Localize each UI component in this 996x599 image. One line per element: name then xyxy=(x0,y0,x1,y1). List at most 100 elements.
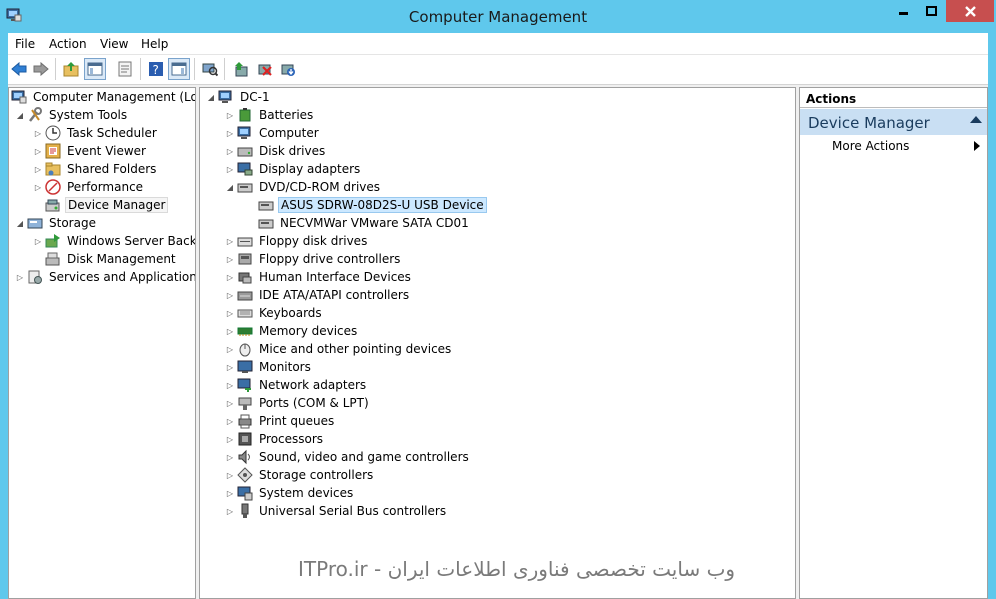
expand-arrow-icon[interactable]: ▷ xyxy=(225,394,235,412)
expand-arrow-icon[interactable]: ▷ xyxy=(225,124,235,142)
device-category-floppy-disk-drives[interactable]: ▷ Floppy disk drives xyxy=(225,232,369,250)
device-category-human-interface-devices[interactable]: ▷ Human Interface Devices xyxy=(225,268,413,286)
actions-section-device-manager[interactable]: Device Manager xyxy=(800,109,987,135)
expand-arrow-icon[interactable]: ▷ xyxy=(225,322,235,340)
device-category-keyboards[interactable]: ▷ Keyboards xyxy=(225,304,324,322)
maximize-button[interactable] xyxy=(917,0,946,22)
device-category-label: Print queues xyxy=(259,414,335,428)
device-category-batteries[interactable]: ▷ Batteries xyxy=(225,106,315,124)
expand-arrow-icon[interactable]: ▷ xyxy=(225,232,235,250)
expand-arrow-icon[interactable]: ▷ xyxy=(225,304,235,322)
shared-folder-icon xyxy=(45,161,61,177)
collapse-triangle-icon[interactable] xyxy=(970,116,982,123)
expand-arrow-icon[interactable]: ▷ xyxy=(225,502,235,520)
device-category-network-adapters[interactable]: ▷ Network adapters xyxy=(225,376,368,394)
expand-arrow-icon[interactable]: ▷ xyxy=(225,466,235,484)
device-category-dvd-cd-rom-drives[interactable]: ◢ DVD/CD-ROM drives xyxy=(225,178,382,196)
device-category-computer[interactable]: ▷ Computer xyxy=(225,124,321,142)
printer-icon xyxy=(237,413,253,429)
floppy-drive-icon xyxy=(237,233,253,249)
storage-controller-icon xyxy=(237,467,253,483)
tree-item-windows-server-backup[interactable]: ▷ Windows Server Backup xyxy=(33,232,195,250)
expand-arrow-icon[interactable]: ▷ xyxy=(225,106,235,124)
collapse-arrow-icon[interactable]: ◢ xyxy=(206,88,216,106)
expand-arrow-icon[interactable]: ▷ xyxy=(33,142,43,160)
device-item-label: ASUS SDRW-08D2S-U USB Device xyxy=(278,197,487,213)
disable-device-icon[interactable] xyxy=(254,58,276,80)
svg-text:?: ? xyxy=(153,63,159,77)
expand-arrow-icon[interactable]: ▷ xyxy=(225,376,235,394)
expand-arrow-icon[interactable]: ▷ xyxy=(225,412,235,430)
tree-item-shared-folders[interactable]: ▷ Shared Folders xyxy=(33,160,158,178)
expand-arrow-icon[interactable]: ▷ xyxy=(225,250,235,268)
tree-item-event-viewer[interactable]: ▷ Event Viewer xyxy=(33,142,148,160)
device-category-universal-serial-bus-controllers[interactable]: ▷ Universal Serial Bus controllers xyxy=(225,502,448,520)
expand-arrow-icon[interactable]: ▷ xyxy=(33,160,43,178)
expand-arrow-icon[interactable]: ▷ xyxy=(225,358,235,376)
menu-view[interactable]: View xyxy=(100,37,128,51)
close-button[interactable] xyxy=(946,0,994,22)
tree-item-storage[interactable]: ◢ Storage xyxy=(15,214,98,232)
device-category-sound-video-and-game-controllers[interactable]: ▷ Sound, video and game controllers xyxy=(225,448,471,466)
device-category-memory-devices[interactable]: ▷ Memory devices xyxy=(225,322,359,340)
more-actions-link[interactable]: More Actions xyxy=(832,139,909,153)
device-category-label: Universal Serial Bus controllers xyxy=(259,504,447,518)
tree-item-services-applications[interactable]: ▷ Services and Applications xyxy=(15,268,195,286)
menu-help[interactable]: Help xyxy=(141,37,168,51)
tree-item-device-manager[interactable]: Device Manager xyxy=(43,196,169,214)
menu-file[interactable]: File xyxy=(15,37,35,51)
expand-arrow-icon[interactable]: ▷ xyxy=(225,160,235,178)
device-category-label: Processors xyxy=(259,432,324,446)
expand-arrow-icon[interactable]: ▷ xyxy=(225,430,235,448)
device-category-monitors[interactable]: ▷ Monitors xyxy=(225,358,313,376)
device-item-dvd-0[interactable]: ASUS SDRW-08D2S-U USB Device xyxy=(256,196,487,214)
tree-item-disk-management[interactable]: Disk Management xyxy=(43,250,178,268)
tree-item-computer-management[interactable]: Computer Management (Local xyxy=(9,88,195,106)
device-category-display-adapters[interactable]: ▷ Display adapters xyxy=(225,160,362,178)
device-category-print-queues[interactable]: ▷ Print queues xyxy=(225,412,336,430)
device-category-ports-com-lpt[interactable]: ▷ Ports (COM & LPT) xyxy=(225,394,371,412)
menu-action[interactable]: Action xyxy=(49,37,87,51)
minimize-button[interactable] xyxy=(890,0,917,22)
tree-item-performance[interactable]: ▷ Performance xyxy=(33,178,145,196)
expand-arrow-icon[interactable]: ▷ xyxy=(33,178,43,196)
device-item-dvd-1[interactable]: NECVMWar VMware SATA CD01 xyxy=(256,214,471,232)
scan-hardware-icon[interactable] xyxy=(199,58,221,80)
device-category-ide-ata-atapi-controllers[interactable]: ▷ IDE ATA/ATAPI controllers xyxy=(225,286,411,304)
device-root-dc1[interactable]: ◢ DC-1 xyxy=(206,88,272,106)
show-hide-action-pane-icon[interactable] xyxy=(168,58,190,80)
device-category-floppy-drive-controllers[interactable]: ▷ Floppy drive controllers xyxy=(225,250,402,268)
device-category-disk-drives[interactable]: ▷ Disk drives xyxy=(225,142,327,160)
expand-arrow-icon[interactable]: ▷ xyxy=(225,340,235,358)
expand-arrow-icon[interactable]: ▷ xyxy=(15,268,25,286)
update-driver-icon[interactable] xyxy=(230,58,252,80)
tree-item-task-scheduler[interactable]: ▷ Task Scheduler xyxy=(33,124,159,142)
expand-arrow-icon[interactable]: ▷ xyxy=(225,448,235,466)
expand-arrow-icon[interactable]: ▷ xyxy=(225,484,235,502)
device-category-mice-and-other-pointing-devices[interactable]: ▷ Mice and other pointing devices xyxy=(225,340,453,358)
expand-arrow-icon[interactable]: ▷ xyxy=(33,232,43,250)
device-category-system-devices[interactable]: ▷ System devices xyxy=(225,484,355,502)
collapse-arrow-icon[interactable]: ◢ xyxy=(15,106,25,124)
collapse-arrow-icon[interactable]: ◢ xyxy=(225,178,235,196)
uninstall-device-icon[interactable] xyxy=(277,58,299,80)
tree-item-system-tools[interactable]: ◢ System Tools xyxy=(15,106,129,124)
computer-management-icon xyxy=(11,89,27,105)
show-hide-tree-icon[interactable] xyxy=(84,58,106,80)
device-category-label: IDE ATA/ATAPI controllers xyxy=(259,288,410,302)
device-category-label: Disk drives xyxy=(259,144,326,158)
expand-arrow-icon[interactable]: ▷ xyxy=(225,142,235,160)
device-category-label: Keyboards xyxy=(259,306,322,320)
up-folder-icon[interactable] xyxy=(60,58,82,80)
expand-arrow-icon[interactable]: ▷ xyxy=(33,124,43,142)
forward-icon[interactable] xyxy=(30,58,52,80)
collapse-arrow-icon[interactable]: ◢ xyxy=(15,214,25,232)
back-icon[interactable] xyxy=(8,58,30,80)
help-icon[interactable]: ? xyxy=(145,58,167,80)
device-category-processors[interactable]: ▷ Processors xyxy=(225,430,325,448)
dvd-drive-icon xyxy=(258,215,274,231)
properties-icon[interactable] xyxy=(114,58,136,80)
expand-arrow-icon[interactable]: ▷ xyxy=(225,286,235,304)
expand-arrow-icon[interactable]: ▷ xyxy=(225,268,235,286)
device-category-storage-controllers[interactable]: ▷ Storage controllers xyxy=(225,466,375,484)
